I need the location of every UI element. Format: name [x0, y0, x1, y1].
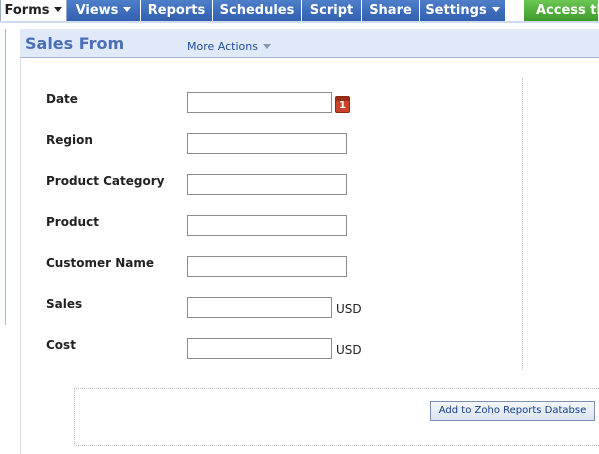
region-label: Region	[46, 133, 93, 147]
chevron-down-icon	[123, 7, 132, 12]
form-header: Sales From More Actions	[20, 29, 599, 58]
tab-script-label: Script	[309, 3, 354, 18]
tab-settings[interactable]: Settings	[420, 0, 506, 21]
product-category-field[interactable]	[187, 174, 347, 195]
column-divider	[522, 78, 523, 370]
sales-label: Sales	[46, 297, 83, 311]
cost-unit: USD	[336, 343, 362, 357]
tab-views[interactable]: Views	[67, 0, 141, 21]
tab-reports-label: Reports	[147, 3, 206, 18]
tab-access[interactable]: Access thi	[524, 0, 599, 21]
product-label: Product	[46, 215, 99, 229]
tab-schedules-label: Schedules	[219, 3, 295, 18]
form-title: Sales From	[25, 34, 125, 53]
cost-field[interactable]	[187, 338, 332, 359]
tab-share-label: Share	[369, 3, 412, 18]
tab-forms[interactable]: Forms	[0, 0, 67, 21]
customer-name-field[interactable]	[187, 256, 347, 277]
region-field[interactable]	[187, 133, 347, 154]
calendar-icon[interactable]: 1	[335, 96, 350, 113]
cost-label: Cost	[46, 338, 76, 352]
tab-reports[interactable]: Reports	[141, 0, 213, 21]
sales-field[interactable]	[187, 297, 332, 318]
tab-access-label: Access thi	[536, 3, 598, 18]
product-field[interactable]	[187, 215, 347, 236]
date-label: Date	[46, 92, 78, 106]
chevron-down-icon	[54, 7, 63, 12]
tab-views-label: Views	[75, 3, 119, 18]
tab-bar-underline	[0, 21, 599, 23]
product-category-label: Product Category	[46, 174, 165, 188]
chevron-down-icon	[491, 7, 500, 12]
left-panel-edge	[0, 29, 6, 325]
customer-name-label: Customer Name	[46, 256, 154, 270]
top-tab-bar: Forms Views Reports Schedules Script Sha…	[0, 0, 599, 21]
tab-schedules[interactable]: Schedules	[213, 0, 302, 21]
tab-script[interactable]: Script	[302, 0, 362, 21]
tab-settings-label: Settings	[425, 3, 487, 18]
chevron-down-icon	[262, 43, 271, 49]
more-actions-menu[interactable]: More Actions	[187, 40, 271, 53]
tab-forms-label: Forms	[4, 3, 50, 18]
date-field[interactable]	[187, 92, 332, 113]
more-actions-label: More Actions	[187, 40, 258, 53]
add-to-database-button[interactable]: Add to Zoho Reports Databse	[430, 401, 595, 421]
tab-share[interactable]: Share	[362, 0, 420, 21]
sales-unit: USD	[336, 302, 362, 316]
calendar-icon-day: 1	[339, 100, 346, 111]
